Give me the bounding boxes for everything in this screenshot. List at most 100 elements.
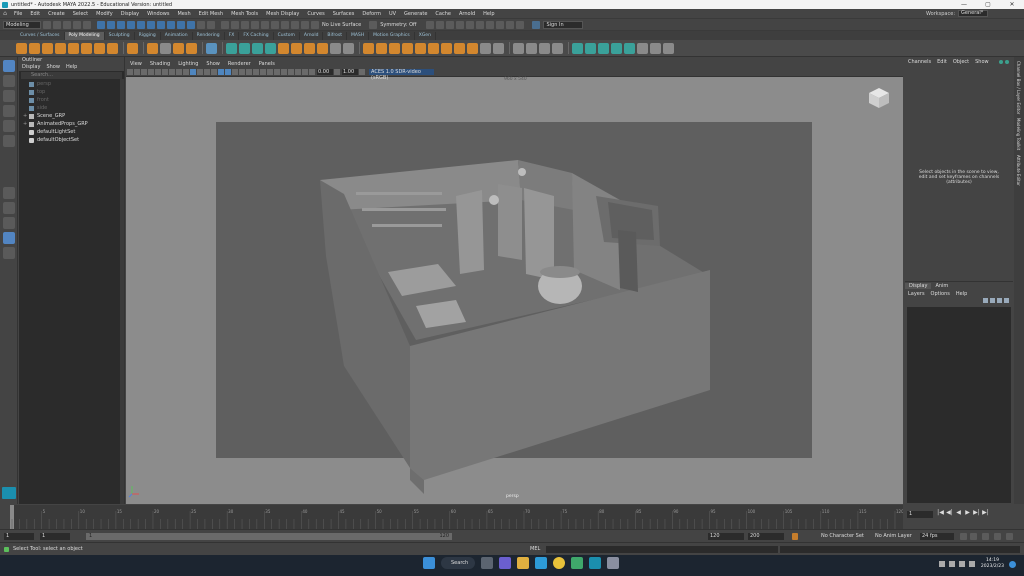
snap-point-icon[interactable] (241, 20, 249, 29)
layers-menu[interactable]: Layers (905, 291, 928, 297)
viewport-panel[interactable]: View Shading Lighting Show Renderer Pane… (126, 60, 903, 504)
append-polygon-icon[interactable] (343, 42, 354, 54)
insert-edge-loop-icon[interactable] (415, 42, 426, 54)
smooth-icon[interactable] (252, 42, 263, 54)
fps-dropdown[interactable]: 24 fps (920, 533, 954, 540)
taskbar-clock[interactable]: 14:19 2023/2/23 (981, 558, 1004, 570)
open-scene-icon[interactable] (53, 20, 61, 29)
menu-deform[interactable]: Deform (358, 11, 385, 17)
menu-mesh-display[interactable]: Mesh Display (262, 11, 303, 17)
go-to-end-button[interactable]: ▶| (982, 509, 989, 517)
ipr-render-icon[interactable] (446, 20, 455, 29)
snap-curve-icon[interactable] (231, 20, 239, 29)
mask-dynamic-icon[interactable] (177, 20, 185, 29)
select-hierarchy-icon[interactable] (97, 20, 105, 29)
super-shape-icon[interactable] (127, 42, 138, 54)
menu-windows[interactable]: Windows (143, 11, 173, 17)
render-sequence-icon[interactable] (436, 20, 445, 29)
render-setup-icon[interactable] (476, 20, 485, 29)
channels-edit-menu[interactable]: Edit (934, 59, 950, 65)
target-weld-icon[interactable] (376, 42, 387, 54)
notification-icon[interactable] (1009, 560, 1016, 568)
mask-curve-icon[interactable] (147, 20, 155, 29)
pause-viewport-icon[interactable] (516, 20, 525, 29)
shelf-tab-mash[interactable]: MASH (347, 32, 370, 40)
step-forward-key-button[interactable]: ▶| (973, 509, 980, 517)
chrome-icon[interactable] (553, 557, 565, 569)
file-explorer-icon[interactable] (517, 557, 529, 569)
anim-layer-dropdown[interactable]: No Anim Layer (875, 533, 912, 539)
play-backwards-button[interactable]: ◀ (955, 509, 962, 517)
bend-icon[interactable] (526, 42, 537, 54)
highlight-selection-icon[interactable] (207, 20, 215, 29)
uv-editor-icon[interactable] (206, 42, 217, 54)
crease-icon[interactable] (454, 42, 465, 54)
light-editor-icon[interactable] (486, 20, 495, 29)
go-to-start-button[interactable]: |◀ (937, 509, 944, 517)
windows-start-icon[interactable] (423, 557, 435, 569)
workspace-dropdown[interactable]: General* (958, 10, 988, 17)
connect-icon[interactable] (389, 42, 400, 54)
home-icon[interactable]: ⌂ (0, 10, 10, 17)
mask-deform-icon[interactable] (167, 20, 175, 29)
new-scene-icon[interactable] (43, 20, 51, 29)
outliner-item-top[interactable]: top (19, 88, 124, 96)
outliner-item-defaultlightset[interactable]: defaultLightSet (19, 128, 124, 136)
select-object-icon[interactable] (107, 20, 115, 29)
boolean-icon[interactable] (265, 42, 276, 54)
step-back-key-button[interactable]: ◀| (946, 509, 953, 517)
menu-file[interactable]: File (10, 11, 26, 17)
persp-outliner-icon[interactable] (3, 217, 15, 229)
four-view-icon[interactable] (3, 202, 15, 214)
menu-help[interactable]: Help (479, 11, 498, 17)
flare-icon[interactable] (539, 42, 550, 54)
retopologize-icon[interactable] (598, 42, 609, 54)
layer-tab-display[interactable]: Display (905, 283, 932, 289)
slide-edge-icon[interactable] (441, 42, 452, 54)
mask-surface-icon[interactable] (157, 20, 165, 29)
quad-draw-icon[interactable] (402, 42, 413, 54)
mirror-icon[interactable] (278, 42, 289, 54)
lattice-icon[interactable] (513, 42, 524, 54)
mask-joint-icon[interactable] (137, 20, 145, 29)
outliner-item-front[interactable]: front (19, 96, 124, 104)
bridge-icon[interactable] (291, 42, 302, 54)
attribute-editor-toggle-icon[interactable] (1005, 60, 1009, 64)
auto-key-icon[interactable] (982, 533, 989, 540)
shelf-tab-rigging[interactable]: Rigging (135, 32, 161, 40)
character-set-dropdown[interactable]: No Character Set (821, 533, 864, 539)
circularize-icon[interactable] (493, 42, 504, 54)
layer-list[interactable] (907, 307, 1011, 503)
outliner-scrollbar[interactable] (120, 79, 124, 504)
reduce-icon[interactable] (572, 42, 583, 54)
expand-icon[interactable]: + (23, 113, 27, 119)
menu-select[interactable]: Select (69, 11, 92, 17)
fill-hole-icon[interactable] (330, 42, 341, 54)
channels-object-menu[interactable]: Object (950, 59, 972, 65)
layers-options-menu[interactable]: Options (928, 291, 953, 297)
animation-preferences-icon[interactable] (1006, 533, 1013, 540)
outliner-menu-display[interactable]: Display (19, 64, 43, 71)
toggle-attribute-editor-icon[interactable] (506, 20, 515, 29)
shelf-tab-motion-graphics[interactable]: Motion Graphics (369, 32, 415, 40)
side-tab-modeling-toolkit[interactable]: Modeling Toolkit (1016, 118, 1021, 150)
menu-generate[interactable]: Generate (400, 11, 431, 17)
maya-taskbar-icon[interactable] (589, 557, 601, 569)
symmetry-status[interactable]: Symmetry: Off (380, 22, 416, 28)
layers-help-menu[interactable]: Help (953, 291, 970, 297)
save-scene-icon[interactable] (63, 20, 71, 29)
poly-disc-icon[interactable] (94, 42, 105, 54)
shelf-tab-bifrost[interactable]: Bifrost (323, 32, 347, 40)
new-layer-from-selection-icon[interactable] (1004, 298, 1009, 303)
shelf-tab-fx[interactable]: FX (225, 32, 240, 40)
menu-curves[interactable]: Curves (303, 11, 328, 17)
shelf-tab-curves-surfaces[interactable]: Curves / Surfaces (16, 32, 65, 40)
poly-type-icon[interactable] (160, 42, 171, 54)
outliner-item-scene-grp[interactable]: + Scene_GRP (19, 112, 124, 120)
outliner-item-persp[interactable]: persp (19, 80, 124, 88)
menu-edit-mesh[interactable]: Edit Mesh (195, 11, 227, 17)
mask-handle-icon[interactable] (127, 20, 135, 29)
expand-icon[interactable]: + (23, 121, 27, 127)
poly-cone-icon[interactable] (55, 42, 66, 54)
undo-icon[interactable] (73, 20, 81, 29)
